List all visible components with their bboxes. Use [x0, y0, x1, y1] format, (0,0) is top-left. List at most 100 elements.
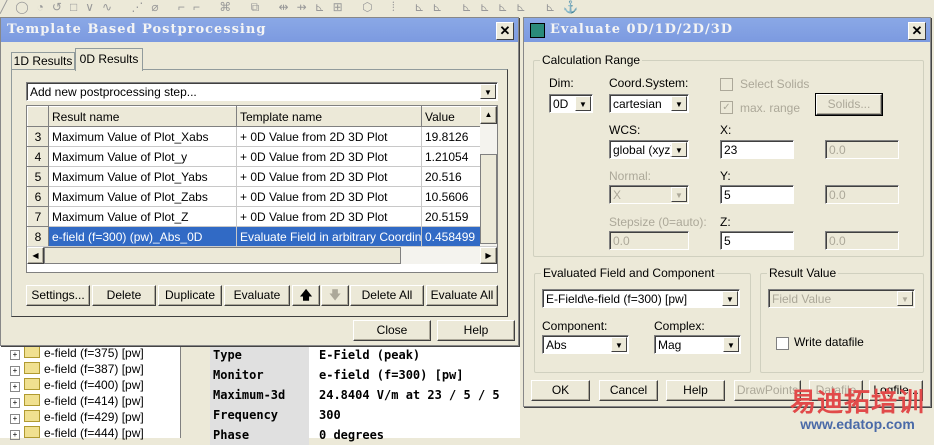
expand-icon[interactable]: +	[10, 382, 20, 392]
folder-icon	[24, 410, 40, 422]
tree-item[interactable]: + e-field (f=375) [pw]	[0, 345, 180, 361]
coord-system-select[interactable]: cartesian ▼	[609, 94, 689, 113]
move-down-button[interactable]: 🡇	[321, 285, 349, 306]
tab-0d-results[interactable]: 0D Results	[75, 48, 143, 71]
wcs-select[interactable]: global (xyz) ▼	[609, 140, 689, 159]
table-row[interactable]: 4 Maximum Value of Plot_y + 0D Value from …	[27, 146, 481, 167]
tree-item[interactable]: + e-field (f=429) [pw]	[0, 409, 180, 425]
move-up-button[interactable]: 🡅	[292, 285, 320, 306]
evaluate-button[interactable]: Evaluate	[224, 285, 290, 306]
tree-item[interactable]: + e-field (f=400) [pw]	[0, 377, 180, 393]
normal-select[interactable]: X ▼	[609, 185, 689, 204]
property-key: Phase	[210, 425, 309, 445]
folder-icon	[24, 378, 40, 390]
row-number[interactable]: 3	[27, 126, 49, 147]
write-datafile-checkbox[interactable]	[776, 337, 789, 350]
duplicate-button[interactable]: Duplicate	[158, 285, 222, 306]
tree-item[interactable]: + e-field (f=444) [pw]	[0, 425, 180, 441]
table-row[interactable]: 7 Maximum Value of Plot_Z + 0D Value from …	[27, 206, 481, 227]
scroll-up-icon[interactable]: ▲	[480, 106, 497, 124]
x2-input[interactable]: 0.0	[825, 140, 899, 159]
template-name-cell[interactable]: Evaluate Field in arbitrary Coordina	[236, 226, 422, 247]
x-input[interactable]: 23	[720, 140, 794, 159]
normal-label: Normal:	[609, 169, 652, 183]
row-number[interactable]: 8	[27, 226, 49, 247]
complex-select[interactable]: Mag ▼	[654, 335, 741, 354]
table-row[interactable]: 3 Maximum Value of Plot_Xabs + 0D Value fr…	[27, 126, 481, 147]
result-name-cell[interactable]: Maximum Value of Plot_y	[48, 146, 237, 167]
chevron-down-icon[interactable]: ▼	[671, 142, 687, 157]
tree-item[interactable]: + e-field (f=414) [pw]	[0, 393, 180, 409]
select-solids-checkbox[interactable]	[720, 78, 733, 91]
delete-button[interactable]: Delete	[92, 285, 156, 306]
chevron-down-icon[interactable]: ▼	[723, 337, 739, 352]
delete-all-button[interactable]: Delete All	[350, 285, 424, 306]
result-name-cell[interactable]: Maximum Value of Plot_Zabs	[48, 186, 237, 207]
close-icon[interactable]: ✕	[496, 22, 514, 40]
stepsize-input[interactable]: 0.0	[609, 231, 689, 250]
chevron-down-icon[interactable]: ▼	[611, 337, 627, 352]
z-input[interactable]: 5	[720, 231, 794, 250]
row-number[interactable]: 5	[27, 166, 49, 187]
dim-select[interactable]: 0D ▼	[549, 94, 593, 113]
close-icon[interactable]: ✕	[908, 22, 926, 40]
chevron-down-icon[interactable]: ▼	[671, 187, 687, 202]
table-row[interactable]: 8 e-field (f=300) (pw)_Abs_0D Evaluate Fie…	[27, 226, 481, 247]
result-value-select[interactable]: Field Value ▼	[768, 289, 915, 308]
expand-icon[interactable]: +	[10, 398, 20, 408]
template-name-cell[interactable]: + 0D Value from 2D 3D Plot	[236, 186, 422, 207]
scroll-thumb[interactable]	[480, 154, 497, 244]
y2-input[interactable]: 0.0	[825, 185, 899, 204]
column-header-value[interactable]: Value	[421, 106, 481, 127]
table-row[interactable]: 6 Maximum Value of Plot_Zabs + 0D Value fr…	[27, 186, 481, 207]
tree-item[interactable]: + e-field (f=387) [pw]	[0, 361, 180, 377]
evaluate-all-button[interactable]: Evaluate All	[426, 285, 498, 306]
expand-icon[interactable]: +	[10, 430, 20, 440]
table-row[interactable]: 5 Maximum Value of Plot_Yabs + 0D Value fr…	[27, 166, 481, 187]
template-name-cell[interactable]: + 0D Value from 2D 3D Plot	[236, 146, 422, 167]
template-name-cell[interactable]: + 0D Value from 2D 3D Plot	[236, 126, 422, 147]
row-number[interactable]: 7	[27, 206, 49, 227]
column-header-result-name[interactable]: Result name	[48, 106, 237, 127]
scroll-right-icon[interactable]: ▶	[480, 247, 497, 264]
solids-button[interactable]: Solids...	[815, 93, 883, 116]
column-header-template-name[interactable]: Template name	[236, 106, 422, 127]
hscroll-thumb[interactable]	[44, 247, 401, 264]
help-button[interactable]: Help	[437, 320, 515, 341]
scroll-left-icon[interactable]: ◀	[27, 247, 44, 264]
chevron-down-icon[interactable]: ▼	[671, 96, 687, 111]
property-value: 300	[319, 408, 341, 422]
horizontal-scrollbar[interactable]: ◀ ▶	[27, 246, 497, 264]
close-button[interactable]: Close	[353, 320, 431, 341]
result-name-cell[interactable]: Maximum Value of Plot_Yabs	[48, 166, 237, 187]
chevron-down-icon[interactable]: ▼	[722, 291, 738, 306]
row-number[interactable]: 6	[27, 186, 49, 207]
component-select[interactable]: Abs ▼	[542, 335, 629, 354]
stepsize-label: Stepsize (0=auto):	[609, 215, 707, 229]
chevron-down-icon[interactable]: ▼	[575, 96, 591, 111]
template-name-cell[interactable]: + 0D Value from 2D 3D Plot	[236, 206, 422, 227]
expand-icon[interactable]: +	[10, 350, 20, 360]
result-name-cell[interactable]: e-field (f=300) (pw)_Abs_0D	[48, 226, 237, 247]
evaluated-field-group: Evaluated Field and Component E-Field\e-…	[534, 266, 751, 373]
settings-button[interactable]: Settings...	[26, 285, 90, 306]
value-cell: 1.21054	[421, 146, 481, 167]
vertical-scrollbar[interactable]: ▲	[480, 106, 497, 246]
field-select[interactable]: E-Field\e-field (f=300) [pw] ▼	[542, 289, 740, 308]
y-input[interactable]: 5	[720, 185, 794, 204]
z2-input[interactable]: 0.0	[825, 231, 899, 250]
result-name-cell[interactable]: Maximum Value of Plot_Xabs	[48, 126, 237, 147]
expand-icon[interactable]: +	[10, 366, 20, 376]
expand-icon[interactable]: +	[10, 414, 20, 424]
cancel-button[interactable]: Cancel	[599, 380, 658, 401]
result-name-cell[interactable]: Maximum Value of Plot_Z	[48, 206, 237, 227]
help-button[interactable]: Help	[666, 380, 725, 401]
row-number[interactable]: 4	[27, 146, 49, 167]
chevron-down-icon[interactable]: ▼	[897, 291, 913, 306]
tab-1d-results[interactable]: 1D Results	[11, 52, 75, 70]
ok-button[interactable]: OK	[531, 380, 590, 401]
chevron-down-icon[interactable]: ▼	[480, 84, 496, 99]
template-name-cell[interactable]: + 0D Value from 2D 3D Plot	[236, 166, 422, 187]
max-range-checkbox[interactable]: ✓	[720, 101, 733, 114]
add-step-dropdown[interactable]: Add new postprocessing step... ▼	[26, 82, 498, 101]
